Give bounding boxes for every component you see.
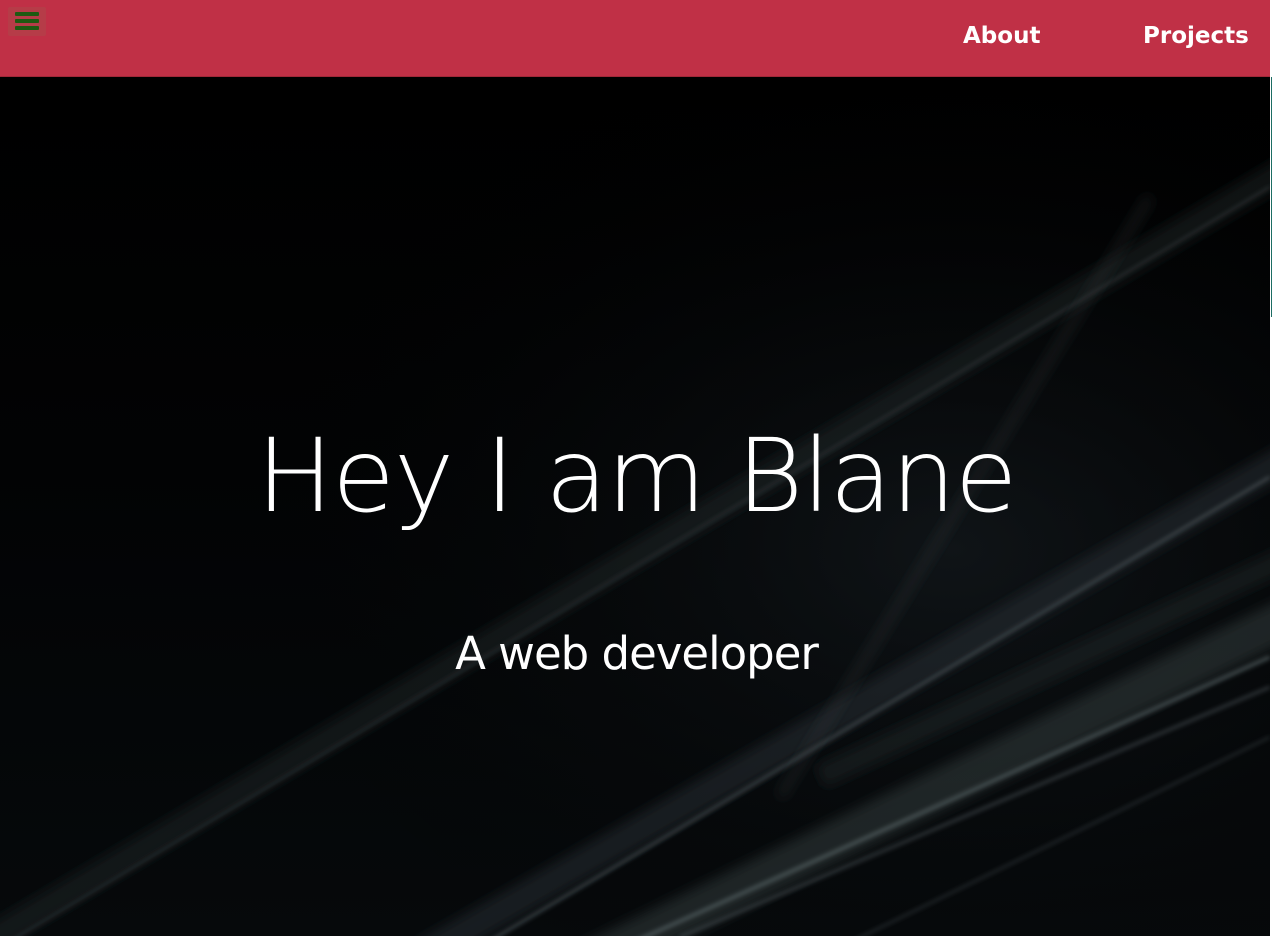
hero-subtitle: A web developer <box>455 627 819 680</box>
top-navbar: About Projects <box>0 0 1270 77</box>
menu-bar <box>15 26 39 30</box>
nav-link-projects[interactable]: Projects <box>1143 20 1249 52</box>
menu-bar <box>15 12 39 16</box>
scroll-edge-line <box>1271 77 1272 317</box>
hamburger-menu-icon[interactable] <box>8 7 46 36</box>
hero-title: Hey I am Blane <box>256 417 1017 536</box>
nav-link-about[interactable]: About <box>963 20 1040 52</box>
menu-bar <box>15 19 39 23</box>
